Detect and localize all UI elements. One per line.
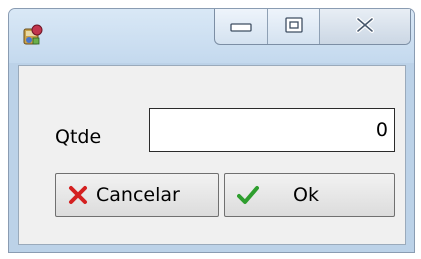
maximize-button[interactable] bbox=[268, 9, 320, 44]
red-x-icon bbox=[68, 185, 88, 205]
dialog-content: Qtde Cancelar Ok bbox=[18, 65, 406, 245]
qtde-input[interactable] bbox=[149, 108, 395, 152]
ok-button[interactable]: Ok bbox=[224, 173, 395, 217]
minimize-icon bbox=[230, 17, 252, 36]
ok-button-label: Ok bbox=[293, 184, 319, 206]
cancel-button-label: Cancelar bbox=[96, 184, 180, 206]
green-check-icon bbox=[237, 185, 259, 205]
qtde-label: Qtde bbox=[55, 126, 102, 148]
dialog-window: Qtde Cancelar Ok bbox=[8, 8, 415, 253]
title-bar[interactable] bbox=[9, 9, 414, 63]
minimize-button[interactable] bbox=[215, 9, 268, 44]
close-icon bbox=[355, 16, 375, 37]
cancel-button[interactable]: Cancelar bbox=[55, 173, 219, 217]
caption-buttons bbox=[214, 9, 411, 45]
app-icon[interactable] bbox=[21, 23, 45, 47]
close-button[interactable] bbox=[320, 9, 410, 44]
maximize-icon bbox=[284, 16, 303, 37]
